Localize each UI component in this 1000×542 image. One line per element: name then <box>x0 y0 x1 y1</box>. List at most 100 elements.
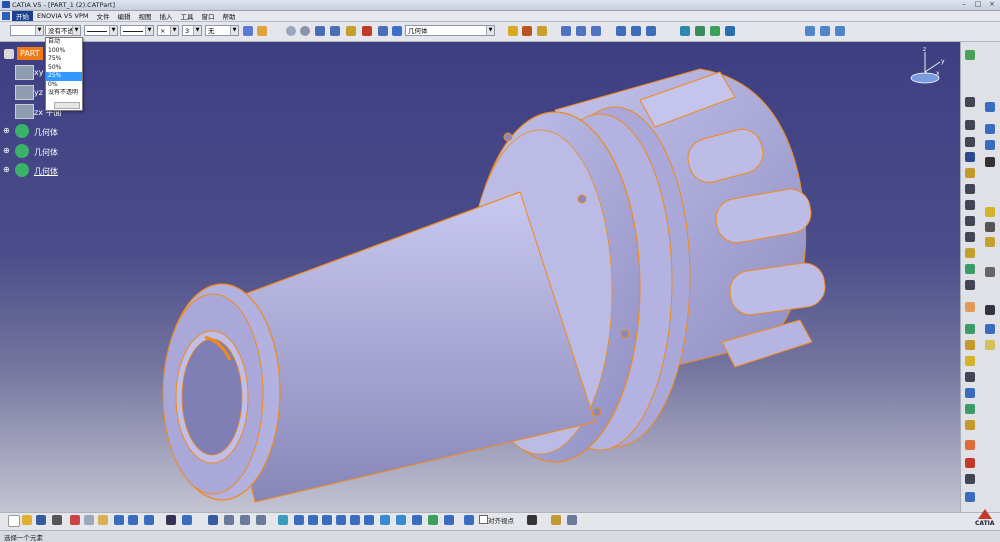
menu-window[interactable]: 窗口 <box>197 11 218 21</box>
point-icon[interactable] <box>985 124 995 134</box>
tree-plane-xy[interactable]: xy <box>34 68 43 77</box>
thread-analysis-icon[interactable] <box>725 26 735 36</box>
point-symbol-select[interactable]: × ▼ <box>157 25 179 36</box>
transparency-select[interactable]: 没有不透 ▼ <box>45 25 81 36</box>
menu-insert[interactable]: 插入 <box>155 11 176 21</box>
zoom-out-icon[interactable] <box>350 515 360 525</box>
menu-start[interactable]: 开始 <box>12 11 33 21</box>
snap-checkbox[interactable] <box>479 515 488 524</box>
zoom-in-icon[interactable] <box>336 515 346 525</box>
rotate-view-icon[interactable] <box>322 515 332 525</box>
slot-icon[interactable] <box>985 222 995 232</box>
copy-icon[interactable] <box>84 515 94 525</box>
tree-body-1[interactable]: 几何体 <box>34 127 58 138</box>
pattern-icon[interactable] <box>561 26 571 36</box>
pocket-icon[interactable] <box>522 26 532 36</box>
3d-viewport[interactable]: z y x <box>0 42 960 512</box>
transparency-option[interactable]: 0% <box>46 81 82 90</box>
thick-surface-icon[interactable] <box>965 474 975 484</box>
mirror-icon[interactable] <box>591 26 601 36</box>
menu-help[interactable]: 帮助 <box>218 11 239 21</box>
compass-widget[interactable]: z y x <box>900 42 960 92</box>
translate-icon[interactable] <box>965 372 975 382</box>
line-thickness-select[interactable]: 3 ▼ <box>182 25 202 36</box>
curvature-analysis-icon[interactable] <box>710 26 720 36</box>
draft-analysis-icon[interactable] <box>695 26 705 36</box>
scaling-icon[interactable] <box>965 440 975 450</box>
menu-edit[interactable]: 编辑 <box>113 11 134 21</box>
positioned-sketch-icon[interactable] <box>965 120 975 130</box>
sketch-analysis-icon[interactable] <box>286 26 296 36</box>
multi-view-icon[interactable] <box>380 515 390 525</box>
comment-icon[interactable] <box>182 515 192 525</box>
tree-plane-yz[interactable]: yz <box>34 88 43 97</box>
thickness-icon[interactable] <box>965 340 975 350</box>
normal-view-icon[interactable] <box>364 515 374 525</box>
transparency-option[interactable]: 50% <box>46 64 82 73</box>
thread-icon[interactable] <box>965 356 975 366</box>
formula-icon[interactable] <box>166 515 176 525</box>
assemble-icon[interactable] <box>616 26 626 36</box>
parameters-icon[interactable] <box>224 515 234 525</box>
stiffener-icon[interactable] <box>965 232 975 242</box>
minimize-button[interactable]: – <box>958 0 970 9</box>
expand-icon[interactable]: ⊕ <box>3 146 10 155</box>
swap-space-icon[interactable] <box>444 515 454 525</box>
remove-body-icon[interactable] <box>646 26 656 36</box>
remove-loft-icon[interactable] <box>965 248 975 258</box>
transparency-option[interactable]: 没有不透明 <box>46 89 82 98</box>
transparency-option-selected[interactable]: 25% <box>46 72 82 81</box>
transparency-option[interactable]: 自动 <box>46 38 82 47</box>
groove-tool-icon[interactable] <box>965 200 975 210</box>
sketcher-icon[interactable] <box>965 97 975 107</box>
shading-icon[interactable] <box>412 515 422 525</box>
catalog-icon[interactable] <box>805 26 815 36</box>
line-create-icon[interactable] <box>985 324 995 334</box>
save-icon[interactable] <box>36 515 46 525</box>
workbench-icon[interactable] <box>965 50 975 60</box>
knowledge-icon[interactable] <box>835 26 845 36</box>
close-button[interactable]: × <box>986 0 998 9</box>
loft-icon[interactable] <box>985 237 995 247</box>
close-surface-icon[interactable] <box>965 492 975 502</box>
measure-item-icon[interactable] <box>330 26 340 36</box>
select-icon[interactable] <box>965 302 975 312</box>
line-weight-select[interactable]: ▼ <box>120 25 154 36</box>
transparency-option[interactable]: 100% <box>46 47 82 56</box>
axis-icon[interactable] <box>985 157 995 167</box>
catia-menu-icon[interactable] <box>2 12 10 20</box>
fill-color-select[interactable]: ▼ <box>10 25 44 36</box>
undo-icon[interactable] <box>114 515 124 525</box>
menu-tools[interactable]: 工具 <box>176 11 197 21</box>
add-body-icon[interactable] <box>631 26 641 36</box>
tree-body-2[interactable]: 几何体 <box>34 147 58 158</box>
cut-icon[interactable] <box>70 515 80 525</box>
tree-body-3[interactable]: 几何体 <box>34 166 58 177</box>
draft-icon[interactable] <box>965 280 975 290</box>
rectangular-pattern-icon[interactable] <box>965 420 975 430</box>
rib-icon[interactable] <box>965 216 975 226</box>
tree-root-part[interactable]: PART <box>17 47 43 60</box>
maximize-button[interactable]: □ <box>972 0 984 9</box>
circular-pattern-icon[interactable] <box>576 26 586 36</box>
measure-between-icon[interactable] <box>315 26 325 36</box>
layer-select[interactable]: 无 ▼ <box>205 25 239 36</box>
dropdown-scrollbar[interactable] <box>54 102 80 109</box>
rotate-icon[interactable] <box>965 388 975 398</box>
pan-icon[interactable] <box>308 515 318 525</box>
transparency-option[interactable]: 75% <box>46 55 82 64</box>
expand-icon[interactable]: ⊕ <box>3 126 10 135</box>
pocket-tool-icon[interactable] <box>965 168 975 178</box>
plane-create-icon[interactable] <box>985 340 995 350</box>
chamfer-icon[interactable] <box>985 267 995 277</box>
hole-icon[interactable] <box>985 207 995 217</box>
line-type-select[interactable]: ▼ <box>84 25 118 36</box>
catalog-browser-icon[interactable] <box>551 515 561 525</box>
analysis-icon[interactable] <box>680 26 690 36</box>
law-icon[interactable] <box>240 515 250 525</box>
shell-icon[interactable] <box>965 324 975 334</box>
sketch-icon[interactable] <box>985 102 995 112</box>
line-icon[interactable] <box>965 137 975 147</box>
edge-fillet-icon[interactable] <box>965 264 975 274</box>
menu-view[interactable]: 视图 <box>134 11 155 21</box>
